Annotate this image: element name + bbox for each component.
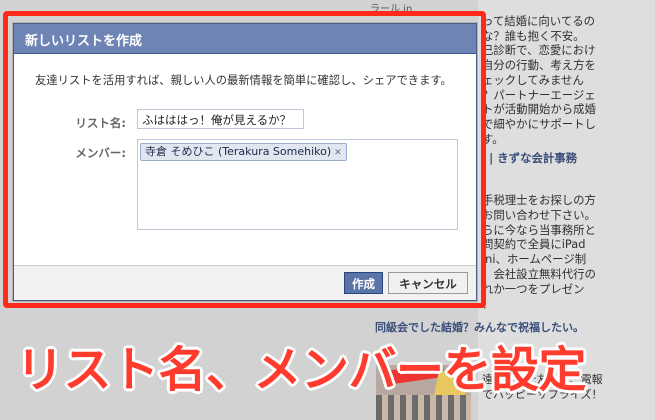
background-ad-link: ! | きずな会計事務 xyxy=(480,151,578,165)
annotation-caption: リスト名、メンバーを設定 xyxy=(16,342,587,398)
background-ad-text-2: 手税理士をお探しの方 お問い合わせ下さい。 らに今なら当事務所と 問契約で全員に… xyxy=(482,193,596,311)
annotation-highlight-frame xyxy=(3,11,486,308)
background-ad-text-1: って結婚に向いてるの な？誰も抱く不安。 己診断で、恋愛におけ 自分の行動、考え… xyxy=(482,14,596,146)
